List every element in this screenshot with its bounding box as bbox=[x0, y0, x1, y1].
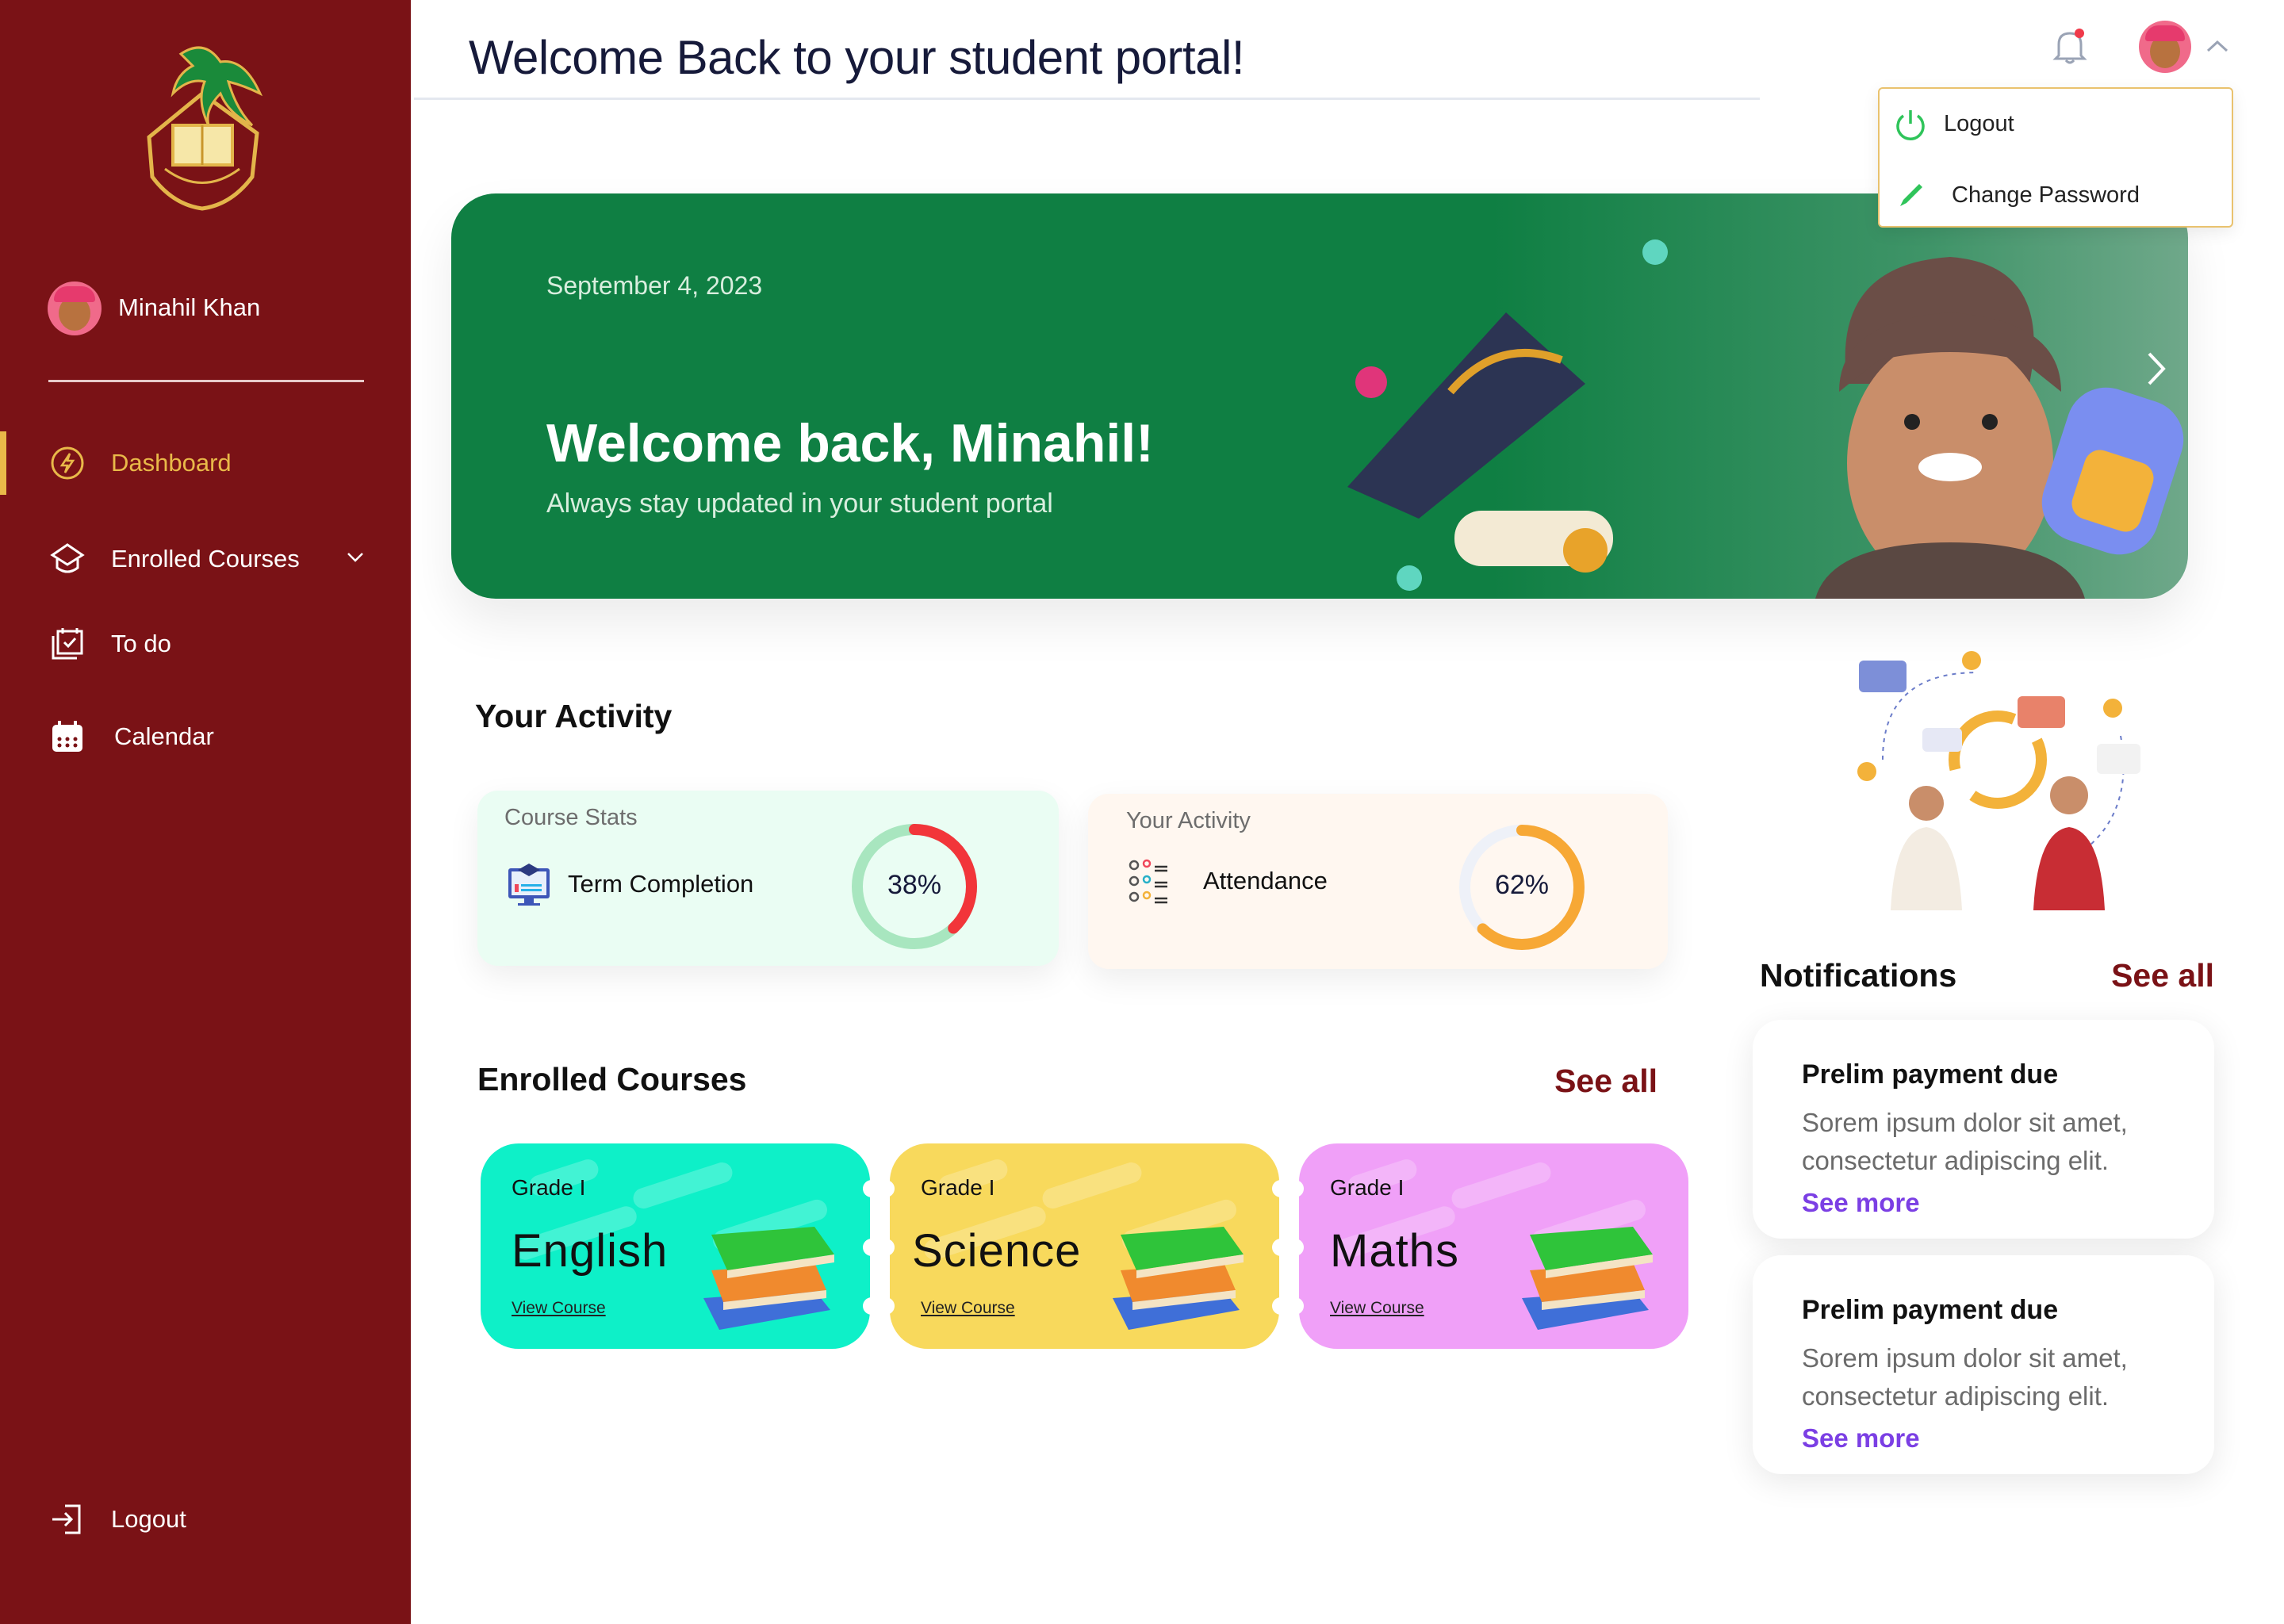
see-more-link[interactable]: See more bbox=[1802, 1188, 1920, 1218]
calendar-icon bbox=[52, 721, 82, 752]
donut-value-label: 62% bbox=[1494, 870, 1550, 900]
sidebar-logout-label: Logout bbox=[111, 1505, 186, 1533]
notification-body: Sorem ipsum dolor sit amet, consectetur … bbox=[1802, 1343, 2128, 1411]
books-icon bbox=[1113, 1227, 1244, 1330]
sidebar-item-label: Enrolled Courses bbox=[111, 545, 300, 573]
student-illustration bbox=[1347, 239, 2184, 599]
banner-title: Welcome back, Minahil! bbox=[546, 413, 1154, 473]
chevron-up-icon[interactable] bbox=[2205, 38, 2230, 54]
course-card-science[interactable]: Grade I Science View Course bbox=[890, 1143, 1279, 1349]
school-logo bbox=[147, 46, 263, 211]
see-more-link[interactable]: See more bbox=[1802, 1423, 1920, 1454]
books-icon bbox=[703, 1227, 834, 1330]
notification-body: Sorem ipsum dolor sit amet, consectetur … bbox=[1802, 1108, 2128, 1175]
header-divider bbox=[414, 98, 1760, 100]
chevron-down-icon[interactable] bbox=[346, 551, 365, 564]
course-grade: Grade I bbox=[921, 1175, 995, 1200]
sidebar-item-label: Dashboard bbox=[111, 449, 232, 477]
course-grade: Grade I bbox=[512, 1175, 586, 1200]
page-title: Welcome Back to your student portal! bbox=[469, 31, 1245, 84]
menu-item-label: Logout bbox=[1944, 111, 2014, 136]
card-metric: Attendance bbox=[1203, 867, 1328, 894]
power-icon bbox=[1896, 110, 1925, 140]
books-icon bbox=[1522, 1227, 1653, 1330]
notification-title: Prelim payment due bbox=[1802, 1295, 2059, 1325]
view-course-link[interactable]: View Course bbox=[512, 1299, 606, 1318]
course-name: Science bbox=[912, 1225, 1082, 1277]
graduation-cap-icon bbox=[50, 543, 85, 573]
sidebar-item-label: Calendar bbox=[114, 722, 214, 750]
view-course-link[interactable]: View Course bbox=[1330, 1299, 1424, 1318]
donut-value-label: 38% bbox=[887, 870, 942, 900]
menu-item-change-password[interactable]: Change Password bbox=[1880, 165, 2232, 228]
course-name: Maths bbox=[1330, 1225, 1459, 1277]
menu-item-logout[interactable]: Logout bbox=[1880, 94, 2232, 157]
header-avatar[interactable] bbox=[2139, 21, 2191, 73]
sidebar: Minahil Khan Dashboard Enrolled Courses … bbox=[0, 0, 411, 1624]
courses-see-all-link[interactable]: See all bbox=[1507, 1063, 1657, 1100]
sidebar-item-calendar[interactable]: Calendar bbox=[0, 705, 411, 768]
communication-illustration bbox=[1857, 651, 2140, 910]
notifications-see-all-link[interactable]: See all bbox=[2062, 957, 2214, 994]
card-label: Course Stats bbox=[504, 805, 638, 830]
courses-heading: Enrolled Courses bbox=[477, 1061, 747, 1097]
notification-card: Prelim payment due Sorem ipsum dolor sit… bbox=[1753, 1020, 2214, 1239]
sidebar-logout[interactable]: Logout bbox=[0, 1488, 411, 1551]
sidebar-item-todo[interactable]: To do bbox=[0, 612, 411, 676]
user-name: Minahil Khan bbox=[118, 293, 261, 321]
bell-icon[interactable] bbox=[2051, 25, 2089, 67]
pencil-icon bbox=[1900, 184, 1922, 206]
banner-date: September 4, 2023 bbox=[546, 271, 763, 300]
banner-next-arrow[interactable] bbox=[2144, 349, 2168, 389]
course-name: English bbox=[512, 1225, 669, 1277]
course-card-maths[interactable]: Grade I Maths View Course bbox=[1299, 1143, 1688, 1349]
welcome-banner: September 4, 2023 Welcome back, Minahil!… bbox=[451, 193, 2188, 599]
banner-subtitle: Always stay updated in your student port… bbox=[546, 488, 1053, 519]
attendance-card: Your Activity Attendance 62% bbox=[1088, 794, 1668, 969]
attendance-icon bbox=[1129, 859, 1167, 904]
menu-item-label: Change Password bbox=[1952, 182, 2140, 208]
course-stats-card: Course Stats Term Completion 38% bbox=[477, 791, 1059, 966]
sidebar-item-enrolled-courses[interactable]: Enrolled Courses bbox=[0, 527, 411, 591]
logout-icon bbox=[52, 1504, 81, 1534]
sidebar-item-label: To do bbox=[111, 630, 171, 657]
card-label: Your Activity bbox=[1126, 808, 1251, 833]
dashboard-icon bbox=[51, 446, 84, 480]
user-menu-dropdown: Logout Change Password bbox=[1878, 87, 2233, 228]
notification-card: Prelim payment due Sorem ipsum dolor sit… bbox=[1753, 1255, 2214, 1474]
user-avatar[interactable] bbox=[48, 282, 102, 335]
todo-icon bbox=[52, 628, 83, 660]
sidebar-item-dashboard[interactable]: Dashboard bbox=[0, 431, 411, 495]
notification-title: Prelim payment due bbox=[1802, 1059, 2059, 1090]
view-course-link[interactable]: View Course bbox=[921, 1299, 1015, 1318]
sidebar-divider bbox=[48, 380, 364, 382]
card-metric: Term Completion bbox=[568, 870, 754, 898]
course-card-english[interactable]: Grade I English View Course bbox=[481, 1143, 870, 1349]
course-grade: Grade I bbox=[1330, 1175, 1405, 1200]
notifications-heading: Notifications bbox=[1760, 957, 1957, 994]
term-completion-icon bbox=[508, 864, 550, 906]
activity-heading: Your Activity bbox=[475, 698, 673, 734]
